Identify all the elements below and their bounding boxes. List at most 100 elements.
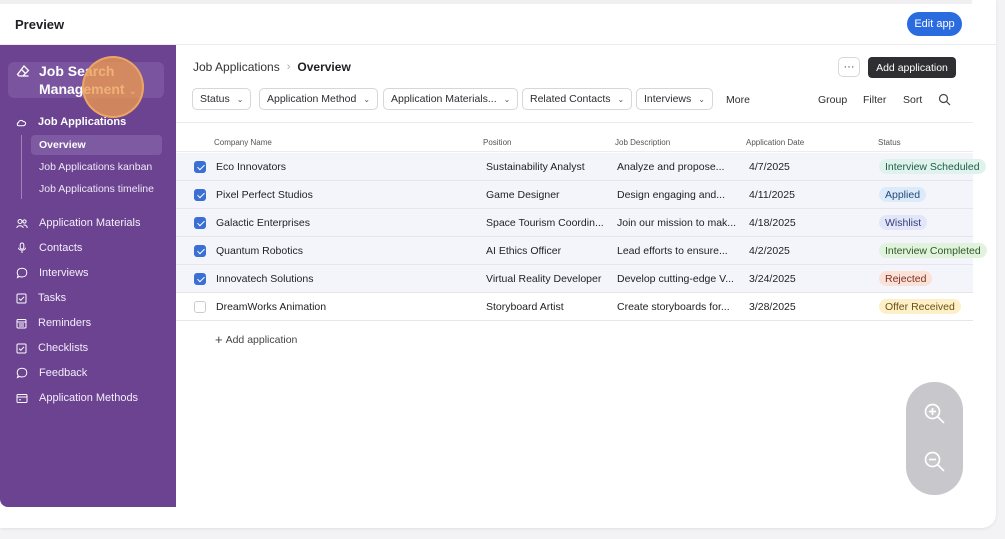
row-checkbox[interactable] bbox=[194, 301, 206, 313]
checkbox-icon bbox=[16, 343, 27, 353]
table-row[interactable]: Eco Innovators Sustainability Analyst An… bbox=[176, 153, 986, 181]
table-row[interactable]: Pixel Perfect Studios Game Designer Desi… bbox=[176, 181, 973, 209]
table-row[interactable]: Innovatech Solutions Virtual Reality Dev… bbox=[176, 265, 973, 293]
cell-description: Join our mission to mak... bbox=[617, 217, 737, 229]
chevron-down-icon: ⌄ bbox=[236, 94, 244, 104]
add-application-button[interactable]: Add application bbox=[868, 57, 956, 78]
column-header-date[interactable]: Application Date bbox=[746, 138, 804, 147]
zoom-controls bbox=[906, 382, 963, 495]
cell-company: Galactic Enterprises bbox=[216, 217, 310, 229]
more-filters-button[interactable]: More bbox=[726, 94, 750, 106]
status-badge: Wishlist bbox=[879, 215, 928, 230]
preview-title: Preview bbox=[15, 17, 65, 32]
column-header-status[interactable]: Status bbox=[878, 138, 901, 147]
cell-position: Virtual Reality Developer bbox=[486, 273, 602, 285]
cell-description: Develop cutting-edge V... bbox=[617, 273, 734, 285]
breadcrumb-current: Overview bbox=[297, 60, 351, 74]
edit-app-button[interactable]: Edit app bbox=[907, 12, 962, 36]
filter-label: Status bbox=[200, 93, 230, 105]
cell-company: Pixel Perfect Studios bbox=[216, 189, 313, 201]
search-icon[interactable] bbox=[938, 93, 951, 106]
sidebar-item-kanban[interactable]: Job Applications kanban bbox=[31, 157, 162, 177]
sidebar-item-tasks[interactable]: Tasks bbox=[16, 289, 166, 307]
cell-position: AI Ethics Officer bbox=[486, 245, 562, 257]
filter-button[interactable]: Filter bbox=[863, 94, 886, 106]
row-checkbox[interactable] bbox=[194, 245, 206, 257]
table-row[interactable]: Quantum Robotics AI Ethics Officer Lead … bbox=[176, 237, 987, 265]
cell-company: DreamWorks Animation bbox=[216, 301, 327, 313]
sidebar-item-timeline[interactable]: Job Applications timeline bbox=[31, 179, 162, 199]
sidebar-item-label: Application Materials bbox=[39, 217, 141, 229]
zoom-in-icon[interactable] bbox=[923, 402, 946, 425]
column-header-position[interactable]: Position bbox=[483, 138, 511, 147]
table-header: Company Name Position Job Description Ap… bbox=[176, 122, 973, 152]
cell-description: Create storyboards for... bbox=[617, 301, 730, 313]
chat-icon bbox=[16, 267, 28, 279]
sidebar-group-label: Job Applications bbox=[38, 116, 127, 128]
sidebar-item-label: Reminders bbox=[38, 317, 92, 329]
chevron-down-icon: ⌄ bbox=[503, 94, 511, 104]
filter-status[interactable]: Status ⌄ bbox=[192, 88, 252, 110]
cell-date: 4/2/2025 bbox=[749, 245, 790, 257]
filter-label: Interviews bbox=[644, 93, 692, 105]
more-options-button[interactable]: ··· bbox=[838, 57, 860, 77]
filter-label: Application Method bbox=[267, 93, 357, 105]
cell-company: Eco Innovators bbox=[216, 161, 287, 173]
cell-date: 3/28/2025 bbox=[749, 301, 796, 313]
sidebar-item-label: Tasks bbox=[38, 292, 67, 304]
sort-button[interactable]: Sort bbox=[903, 94, 922, 106]
add-application-row[interactable]: + Add application bbox=[215, 332, 297, 347]
card-icon bbox=[16, 393, 28, 403]
sidebar-item-label: Feedback bbox=[39, 367, 88, 379]
row-checkbox[interactable] bbox=[194, 217, 206, 229]
cell-date: 4/7/2025 bbox=[749, 161, 790, 173]
sidebar-item-feedback[interactable]: Feedback bbox=[16, 364, 166, 382]
cell-date: 4/11/2025 bbox=[749, 189, 795, 201]
breadcrumb-parent[interactable]: Job Applications bbox=[193, 60, 280, 74]
zoom-out-icon[interactable] bbox=[923, 450, 946, 473]
table-row[interactable]: DreamWorks Animation Storyboard Artist C… bbox=[176, 293, 973, 321]
filter-application-materials[interactable]: Application Materials... ⌄ bbox=[383, 88, 519, 110]
row-checkbox[interactable] bbox=[194, 189, 206, 201]
status-badge: Rejected bbox=[879, 271, 933, 286]
sidebar-item-label: Application Methods bbox=[39, 392, 139, 404]
chevron-down-icon: ⌄ bbox=[698, 94, 705, 104]
sidebar-item-application-materials[interactable]: Application Materials bbox=[16, 214, 166, 232]
sidebar-item-overview[interactable]: Overview bbox=[31, 135, 162, 155]
sidebar-item-label: Interviews bbox=[39, 267, 89, 279]
app-name-text: Job Search Management bbox=[39, 63, 125, 97]
sidebar-item-contacts[interactable]: Contacts bbox=[16, 239, 166, 257]
group-button[interactable]: Group bbox=[818, 94, 847, 106]
filter-related-contacts[interactable]: Related Contacts ⌄ bbox=[522, 88, 633, 110]
column-header-description[interactable]: Job Description bbox=[615, 138, 670, 147]
table-row[interactable]: Galactic Enterprises Space Tourism Coord… bbox=[176, 209, 973, 237]
cell-position: Storyboard Artist bbox=[486, 301, 564, 313]
cell-position: Space Tourism Coordin... bbox=[486, 217, 604, 229]
row-checkbox[interactable] bbox=[194, 273, 206, 285]
row-checkbox[interactable] bbox=[194, 161, 206, 173]
sidebar-group-job-applications[interactable]: Job Applications bbox=[16, 113, 166, 131]
sidebar-item-application-methods[interactable]: Application Methods bbox=[16, 389, 166, 407]
eraser-icon bbox=[16, 65, 30, 77]
filter-application-method[interactable]: Application Method ⌄ bbox=[259, 88, 379, 110]
app-name[interactable]: Job Search Management ⌄ bbox=[39, 62, 149, 101]
sidebar-item-reminders[interactable]: Reminders bbox=[16, 314, 166, 332]
cell-position: Sustainability Analyst bbox=[486, 161, 585, 173]
cell-date: 4/18/2025 bbox=[749, 217, 796, 229]
cell-position: Game Designer bbox=[486, 189, 560, 201]
plus-icon: + bbox=[215, 332, 223, 347]
chevron-right-icon: › bbox=[286, 61, 291, 73]
add-row-label: Add application bbox=[225, 333, 298, 346]
filter-label: Application Materials... bbox=[391, 93, 497, 105]
chevron-down-icon: ⌄ bbox=[617, 94, 625, 104]
column-header-company[interactable]: Company Name bbox=[214, 138, 272, 147]
filter-interviews[interactable]: Interviews ⌄ bbox=[636, 88, 713, 110]
mic-icon bbox=[18, 242, 26, 253]
breadcrumb: Job Applications › Overview bbox=[193, 60, 351, 74]
sidebar-item-checklists[interactable]: Checklists bbox=[16, 339, 166, 357]
sidebar-item-interviews[interactable]: Interviews bbox=[16, 264, 166, 282]
checkbox-icon bbox=[16, 293, 27, 303]
cell-company: Quantum Robotics bbox=[216, 245, 303, 257]
subnav-line bbox=[21, 135, 22, 199]
sidebar-item-label: Contacts bbox=[39, 242, 83, 254]
